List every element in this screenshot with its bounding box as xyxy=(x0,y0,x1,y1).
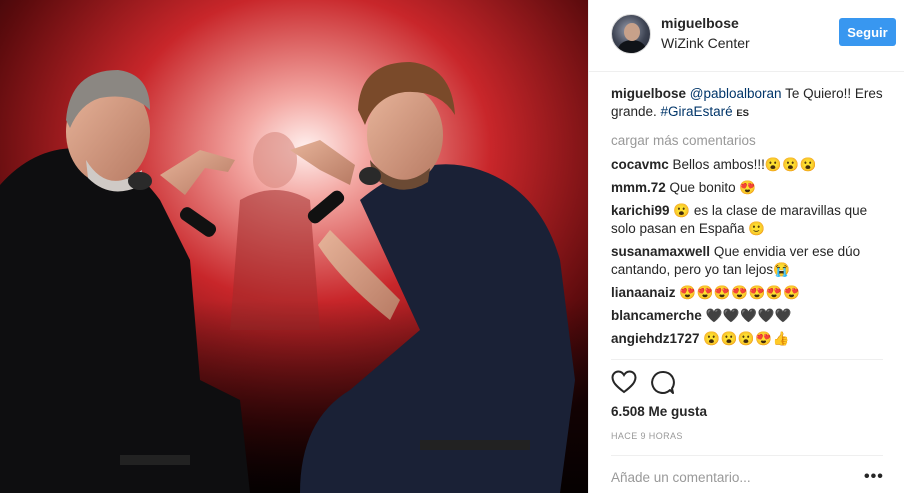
comment-emoji: 😮😮😮😍👍 xyxy=(703,331,790,346)
comment-emoji: 🖤🖤🖤🖤🖤 xyxy=(705,308,793,323)
header-location[interactable]: WiZink Center xyxy=(661,35,750,51)
comment-username[interactable]: mmm.72 xyxy=(611,180,666,195)
post-caption: miguelbose @pabloalboran Te Quiero!! Ere… xyxy=(611,85,891,123)
comment-username[interactable]: susanamaxwell xyxy=(611,244,710,259)
add-comment-input[interactable]: Añade un comentario... xyxy=(611,470,751,485)
comment-emoji: 😍 xyxy=(739,180,757,195)
avatar[interactable] xyxy=(611,14,651,54)
comment-row: susanamaxwell Que envidia ver ese dúo ca… xyxy=(611,243,891,279)
follow-button[interactable]: Seguir xyxy=(839,18,896,46)
more-options-icon[interactable]: ••• xyxy=(864,468,884,486)
comment-username[interactable]: blancamerche xyxy=(611,308,702,323)
load-more-comments[interactable]: cargar más comentarios xyxy=(611,132,891,150)
divider xyxy=(611,455,883,456)
comment-username[interactable]: cocavmc xyxy=(611,157,669,172)
comments-section: miguelbose @pabloalboran Te Quiero!! Ere… xyxy=(611,85,891,353)
post-sidebar: miguelbose WiZink Center Seguir miguelbo… xyxy=(588,0,904,493)
comment-row: blancamerche 🖤🖤🖤🖤🖤 xyxy=(611,307,891,325)
divider xyxy=(611,359,883,360)
comment-emoji: 😍😍😍😍😍😍😍 xyxy=(679,285,801,300)
caption-username[interactable]: miguelbose xyxy=(611,86,686,101)
post-photo[interactable] xyxy=(0,0,588,493)
likes-count[interactable]: 6.508 Me gusta xyxy=(611,404,707,419)
comment-row: angiehdz1727 😮😮😮😍👍 xyxy=(611,330,891,348)
comment-row: cocavmc Bellos ambos!!!😮😮😮 xyxy=(611,156,891,174)
concert-photo-illustration xyxy=(0,0,588,493)
comment-row: karichi99 😮 es la clase de maravillas qu… xyxy=(611,202,891,238)
caption-hashtag[interactable]: #GiraEstaré xyxy=(661,104,733,119)
post-timestamp[interactable]: HACE 9 HORAS xyxy=(611,431,683,441)
comment-emoji: 🙂 xyxy=(748,221,766,236)
comment-row: mmm.72 Que bonito 😍 xyxy=(611,179,891,197)
header-username[interactable]: miguelbose xyxy=(661,15,739,31)
comment-username[interactable]: angiehdz1727 xyxy=(611,331,700,346)
comment-text: Bellos ambos!!! xyxy=(668,157,765,172)
translate-badge[interactable]: ES xyxy=(736,108,749,119)
instagram-post: miguelbose WiZink Center Seguir miguelbo… xyxy=(0,0,904,493)
heart-icon[interactable] xyxy=(611,370,637,397)
comment-bubble-icon[interactable] xyxy=(650,370,675,398)
comment-username[interactable]: lianaanaiz xyxy=(611,285,676,300)
caption-mention[interactable]: @pabloalboran xyxy=(690,86,782,101)
comment-text: Que bonito xyxy=(665,180,740,195)
post-header: miguelbose WiZink Center Seguir xyxy=(589,0,904,72)
comment-emoji: 😮😮😮 xyxy=(764,157,817,172)
comment-username[interactable]: karichi99 xyxy=(611,203,670,218)
comment-row: lianaanaiz 😍😍😍😍😍😍😍 xyxy=(611,284,891,302)
comment-emoji: 😭 xyxy=(773,262,791,277)
